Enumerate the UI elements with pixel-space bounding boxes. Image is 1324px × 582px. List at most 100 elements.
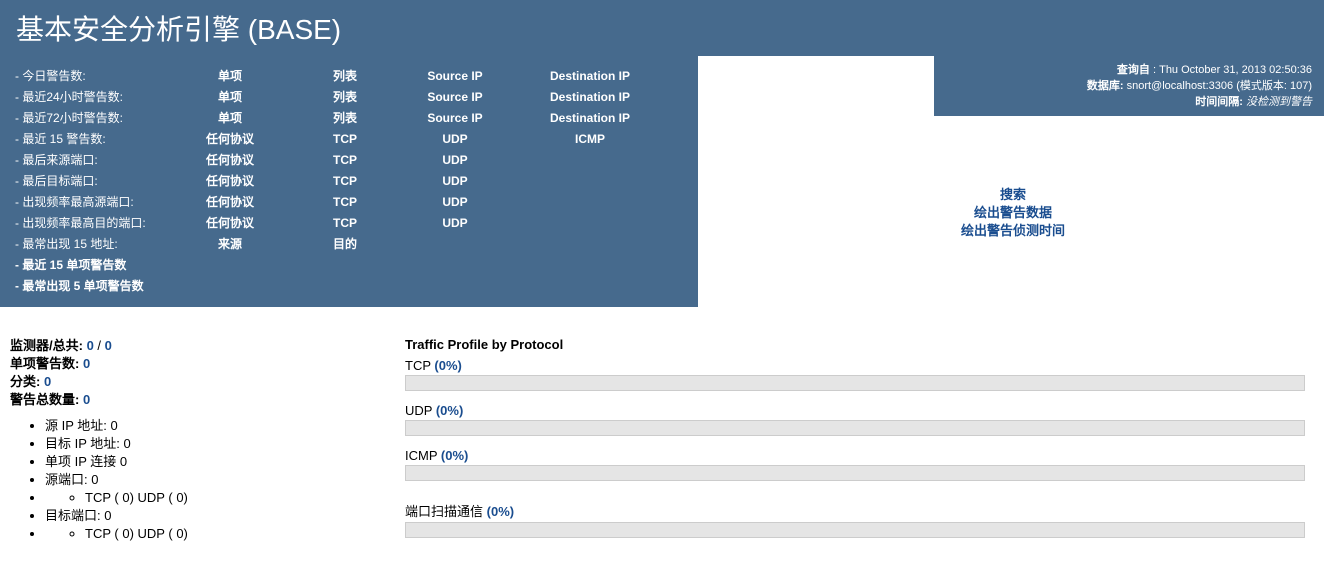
traffic-panel: Traffic Profile by Protocol TCP (0%) UDP…	[405, 337, 1314, 550]
link-listing[interactable]: 列表	[295, 87, 395, 108]
nav-label: - 出现频率最高目的端口:	[15, 213, 165, 234]
link-listing[interactable]: 列表	[295, 108, 395, 129]
link-listing[interactable]: 列表	[295, 66, 395, 87]
stats-list: 源 IP 地址: 0 目标 IP 地址: 0 单项 IP 连接 0 源端口: 0…	[45, 417, 405, 543]
link-any-proto[interactable]: 任何协议	[165, 213, 295, 234]
nav-label: - 最后来源端口:	[15, 150, 165, 171]
unique-ip-val[interactable]: 0	[120, 454, 127, 469]
query-label: 查询自	[1117, 64, 1150, 76]
link-empty	[515, 150, 665, 171]
nav-row-72h: - 最近72小时警告数: 单项 列表 Source IP Destination…	[15, 108, 683, 129]
link-udp[interactable]: UDP	[395, 150, 515, 171]
link-source[interactable]: 来源	[165, 234, 295, 255]
nav-row-freq-src-port: - 出现频率最高源端口: 任何协议 TCP UDP	[15, 192, 683, 213]
link-udp[interactable]: UDP	[395, 171, 515, 192]
udp-val[interactable]: 0	[176, 526, 183, 541]
action-links: 搜索 绘出警告数据 绘出警告侦测时间	[702, 186, 1324, 240]
list-item-dst-ip: 目标 IP 地址: 0	[45, 435, 405, 453]
traffic-row-icmp: ICMP (0%)	[405, 448, 1314, 481]
unique-val[interactable]: 0	[83, 356, 90, 371]
graph-data-link[interactable]: 绘出警告数据	[974, 205, 1052, 220]
dst-ip-val[interactable]: 0	[124, 436, 131, 451]
nav-row-last-dst-port: - 最后目标端口: 任何协议 TCP UDP	[15, 171, 683, 192]
link-unique[interactable]: 单项	[165, 108, 295, 129]
nav-row-freq5-unique[interactable]: - 最常出现 5 单项警告数	[15, 276, 683, 297]
list-item-src-port: 源端口: 0	[45, 471, 405, 489]
traffic-proto: TCP	[405, 358, 431, 373]
traffic-row-udp: UDP (0%)	[405, 403, 1314, 436]
tcp-val[interactable]: 0	[122, 526, 129, 541]
nav-row-recent15: - 最近 15 警告数: 任何协议 TCP UDP ICMP	[15, 129, 683, 150]
nav-row-last-src-port: - 最后来源端口: 任何协议 TCP UDP	[15, 150, 683, 171]
list-item-src-ip: 源 IP 地址: 0	[45, 417, 405, 435]
top-container: - 今日警告数: 单项 列表 Source IP Destination IP …	[0, 56, 1324, 307]
link-icmp[interactable]: ICMP	[515, 129, 665, 150]
list-item-tcp-udp: TCP ( 0) UDP ( 0)	[85, 525, 405, 543]
link-any-proto[interactable]: 任何协议	[165, 129, 295, 150]
graph-time-link[interactable]: 绘出警告侦测时间	[961, 223, 1065, 238]
link-udp[interactable]: UDP	[395, 192, 515, 213]
nav-row-today: - 今日警告数: 单项 列表 Source IP Destination IP	[15, 66, 683, 87]
nav-row-freq-addr: - 最常出现 15 地址: 来源 目的	[15, 234, 683, 255]
tcp-val[interactable]: 0	[122, 490, 129, 505]
traffic-proto: ICMP	[405, 448, 437, 463]
link-unique[interactable]: 单项	[165, 87, 295, 108]
nav-label: - 最后目标端口:	[15, 171, 165, 192]
traffic-pct[interactable]: (0%)	[487, 504, 514, 519]
nav-panel: - 今日警告数: 单项 列表 Source IP Destination IP …	[0, 56, 698, 307]
total-val[interactable]: 0	[83, 392, 90, 407]
link-unique[interactable]: 单项	[165, 66, 295, 87]
traffic-title: Traffic Profile by Protocol	[405, 337, 1314, 352]
link-tcp[interactable]: TCP	[295, 171, 395, 192]
search-link[interactable]: 搜索	[1000, 187, 1026, 202]
link-udp[interactable]: UDP	[395, 213, 515, 234]
link-tcp[interactable]: TCP	[295, 150, 395, 171]
db-label: 数据库:	[1087, 80, 1124, 92]
nav-row-recent15-unique[interactable]: - 最近 15 单项警告数	[15, 255, 683, 276]
db-value: snort@localhost:3306 (模式版本: 107)	[1127, 80, 1312, 92]
link-source-ip[interactable]: Source IP	[395, 87, 515, 108]
cat-val[interactable]: 0	[44, 374, 51, 389]
sensors-val[interactable]: 0	[87, 338, 94, 353]
nav-label: - 最近24小时警告数:	[15, 87, 165, 108]
nav-label: - 最近72小时警告数:	[15, 108, 165, 129]
src-port-val[interactable]: 0	[91, 472, 98, 487]
link-tcp[interactable]: TCP	[295, 192, 395, 213]
traffic-bar	[405, 522, 1305, 538]
traffic-row-tcp: TCP (0%)	[405, 358, 1314, 391]
link-dest-ip[interactable]: Destination IP	[515, 66, 665, 87]
nav-label: - 出现频率最高源端口:	[15, 192, 165, 213]
traffic-bar	[405, 375, 1305, 391]
nav-label: - 今日警告数:	[15, 66, 165, 87]
traffic-bar	[405, 465, 1305, 481]
window-value: 没检测到警告	[1246, 96, 1312, 108]
link-dest-ip[interactable]: Destination IP	[515, 87, 665, 108]
traffic-pct[interactable]: (0%)	[434, 358, 461, 373]
link-dest-ip[interactable]: Destination IP	[515, 108, 665, 129]
link-source-ip[interactable]: Source IP	[395, 66, 515, 87]
traffic-pct[interactable]: (0%)	[441, 448, 468, 463]
link-any-proto[interactable]: 任何协议	[165, 150, 295, 171]
link-any-proto[interactable]: 任何协议	[165, 192, 295, 213]
nav-label: - 最常出现 15 地址:	[15, 234, 165, 255]
link-any-proto[interactable]: 任何协议	[165, 171, 295, 192]
list-item-empty: TCP ( 0) UDP ( 0)	[45, 489, 405, 507]
link-tcp[interactable]: TCP	[295, 129, 395, 150]
link-udp[interactable]: UDP	[395, 129, 515, 150]
list-item-tcp-udp: TCP ( 0) UDP ( 0)	[85, 489, 405, 507]
udp-val[interactable]: 0	[176, 490, 183, 505]
link-tcp[interactable]: TCP	[295, 213, 395, 234]
dst-port-val[interactable]: 0	[104, 508, 111, 523]
window-label: 时间间隔:	[1195, 96, 1243, 108]
link-empty	[515, 171, 665, 192]
src-ip-val[interactable]: 0	[111, 418, 118, 433]
link-dest[interactable]: 目的	[295, 234, 395, 255]
traffic-row-portscan: 端口扫描通信 (0%)	[405, 501, 1314, 538]
unique-label: 单项警告数:	[10, 356, 79, 371]
list-item-dst-port: 目标端口: 0	[45, 507, 405, 525]
traffic-pct[interactable]: (0%)	[436, 403, 463, 418]
traffic-proto: 端口扫描通信	[405, 504, 483, 519]
link-source-ip[interactable]: Source IP	[395, 108, 515, 129]
list-item-empty: TCP ( 0) UDP ( 0)	[45, 525, 405, 543]
nav-row-24h: - 最近24小时警告数: 单项 列表 Source IP Destination…	[15, 87, 683, 108]
